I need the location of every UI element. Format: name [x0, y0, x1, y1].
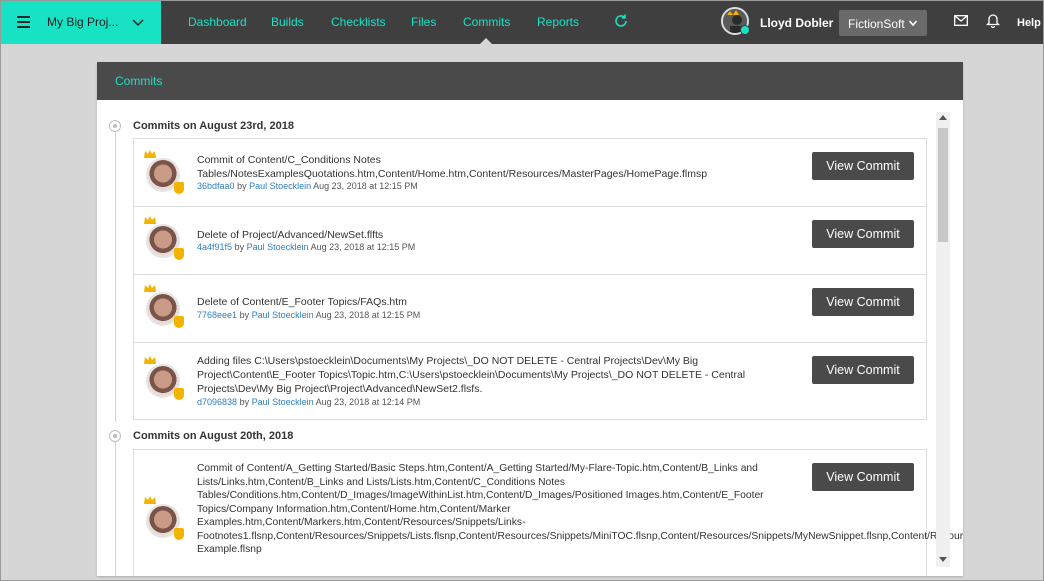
panel-title: Commits [97, 62, 963, 100]
author-link[interactable]: Paul Stoecklein [252, 310, 314, 320]
view-commit-button[interactable]: View Commit [812, 152, 914, 180]
company-name: FictionSoft [848, 17, 905, 31]
hamburger-menu-icon[interactable] [17, 16, 30, 28]
crown-icon [144, 216, 156, 224]
author-avatar [144, 216, 184, 260]
author-link[interactable]: Paul Stoecklein [249, 181, 311, 191]
crown-icon [144, 284, 156, 292]
shield-badge-icon [174, 182, 184, 194]
commit-hash-link[interactable]: 36bdfaa0 [197, 181, 235, 191]
nav-reports[interactable]: Reports [537, 15, 579, 29]
company-dropdown[interactable]: FictionSoft [839, 10, 927, 36]
commit-message: Adding files C:\Users\pstoecklein\Docume… [197, 355, 746, 395]
author-avatar [144, 284, 184, 328]
commit-hash-link[interactable]: 4a4f91f5 [197, 242, 232, 252]
commits-list: Commits on August 23rd, 2018 Commit of C… [97, 100, 963, 576]
scrollbar[interactable] [936, 112, 950, 567]
divider [133, 274, 927, 275]
commit-date: Aug 23, 2018 at 12:15 PM [310, 242, 416, 252]
mail-icon[interactable] [954, 15, 968, 26]
shield-badge-icon [174, 248, 184, 260]
view-commit-button[interactable]: View Commit [812, 220, 914, 248]
project-selector[interactable]: My Big Proj... [1, 1, 161, 44]
author-avatar [144, 150, 184, 194]
group-marker [109, 430, 121, 442]
shield-badge-icon [174, 388, 184, 400]
view-commit-button[interactable]: View Commit [812, 463, 914, 491]
author-avatar [144, 496, 184, 540]
project-name: My Big Proj... [47, 15, 119, 29]
crown-icon [144, 150, 156, 158]
timeline-line [115, 442, 116, 576]
top-bar: My Big Proj... Dashboard Builds Checklis… [1, 1, 1043, 44]
author-avatar [144, 356, 184, 400]
view-commit-button[interactable]: View Commit [812, 288, 914, 316]
nav-commits[interactable]: Commits [463, 15, 510, 29]
nav-files[interactable]: Files [411, 15, 436, 29]
crown-icon [144, 356, 156, 364]
author-link[interactable]: Paul Stoecklein [247, 242, 309, 252]
divider [133, 342, 927, 343]
commits-panel: Commits Commits on August 23rd, 2018 Com… [97, 62, 963, 576]
commit-meta: 4a4f91f5 by Paul Stoecklein Aug 23, 2018… [197, 242, 416, 252]
chevron-down-icon [908, 20, 918, 27]
group-title: Commits on August 23rd, 2018 [133, 120, 294, 132]
scroll-down-arrow-icon[interactable] [939, 557, 947, 562]
commit-message: Commit of Content/C_Conditions Notes Tab… [197, 154, 708, 180]
commit-date: Aug 23, 2018 at 12:15 PM [315, 310, 421, 320]
chevron-down-icon[interactable] [131, 15, 145, 29]
view-commit-button[interactable]: View Commit [812, 356, 914, 384]
timeline-line [115, 132, 116, 422]
commit-message: Commit of Content/A_Getting Started/Basi… [197, 463, 963, 555]
divider [133, 206, 927, 207]
commit-meta: 36bdfaa0 by Paul Stoecklein Aug 23, 2018… [197, 181, 418, 191]
commit-hash-link[interactable]: d7096838 [197, 397, 237, 407]
shield-badge-icon [174, 528, 184, 540]
scroll-thumb[interactable] [938, 128, 948, 242]
shield-badge-icon [174, 316, 184, 328]
commit-meta: 7768eee1 by Paul Stoecklein Aug 23, 2018… [197, 310, 421, 320]
user-name: Lloyd Dobler [760, 16, 834, 30]
help-link[interactable]: Help [1017, 17, 1041, 29]
commit-message: Delete of Content/E_Footer Topics/FAQs.h… [197, 296, 407, 308]
nav-builds[interactable]: Builds [271, 15, 304, 29]
scroll-up-arrow-icon[interactable] [939, 115, 947, 120]
online-status-badge [740, 25, 750, 35]
nav-dashboard[interactable]: Dashboard [188, 15, 247, 29]
commit-date: Aug 23, 2018 at 12:14 PM [315, 397, 421, 407]
refresh-icon[interactable] [613, 13, 629, 29]
nav-checklists[interactable]: Checklists [331, 15, 386, 29]
commit-message: Delete of Project/Advanced/NewSet.flfts [197, 229, 384, 241]
commit-date: Aug 23, 2018 at 12:15 PM [313, 181, 418, 191]
active-nav-indicator [480, 38, 492, 44]
group-title: Commits on August 20th, 2018 [133, 430, 294, 442]
crown-icon [144, 496, 156, 504]
group-marker [109, 120, 121, 132]
commit-hash-link[interactable]: 7768eee1 [197, 310, 237, 320]
bell-icon[interactable] [986, 13, 1000, 28]
author-link[interactable]: Paul Stoecklein [252, 397, 314, 407]
commit-meta: d7096838 by Paul Stoecklein Aug 23, 2018… [197, 397, 421, 407]
